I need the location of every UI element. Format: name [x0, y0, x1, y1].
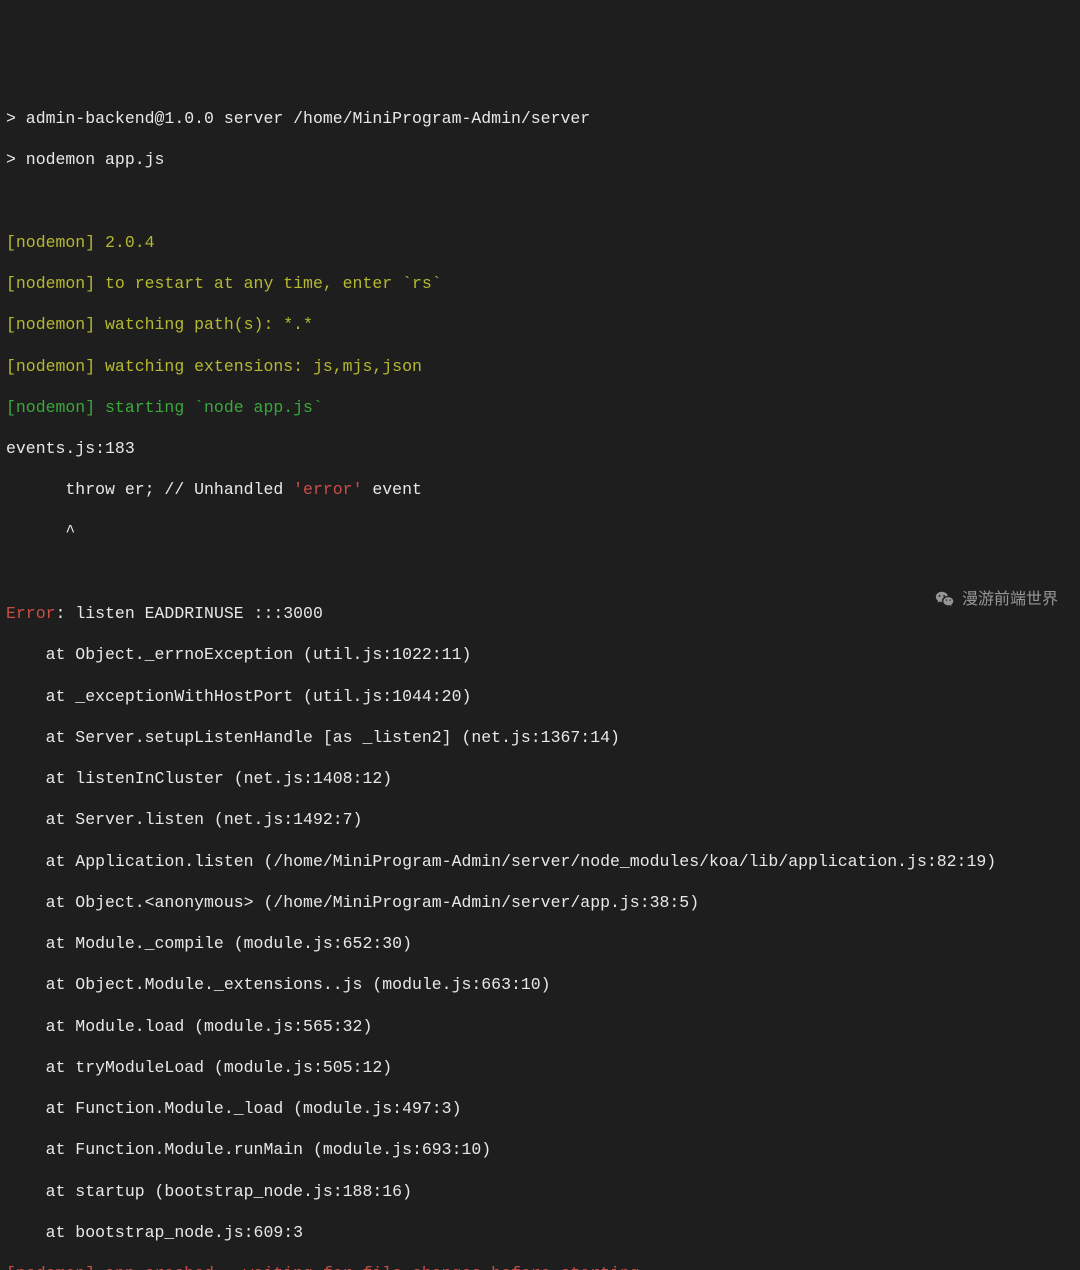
stack-line: at tryModuleLoad (module.js:505:12): [6, 1058, 1074, 1079]
stack-line: at Object.Module._extensions..js (module…: [6, 975, 1074, 996]
stack-line: at bootstrap_node.js:609:3: [6, 1223, 1074, 1244]
stack-line: at Server.listen (net.js:1492:7): [6, 810, 1074, 831]
nodemon-version: [nodemon] 2.0.4: [6, 233, 1074, 254]
nodemon-starting: [nodemon] starting `node app.js`: [6, 398, 1074, 419]
cmd-header-1: > admin-backend@1.0.0 server /home/MiniP…: [6, 109, 1074, 130]
stack-line: at Function.Module._load (module.js:497:…: [6, 1099, 1074, 1120]
stack-line: at _exceptionWithHostPort (util.js:1044:…: [6, 687, 1074, 708]
blank-line: [6, 563, 1074, 584]
stack-line: at Module.load (module.js:565:32): [6, 1017, 1074, 1038]
throw-pre: throw er; // Unhandled: [6, 480, 293, 499]
stack-line: at Object._errnoException (util.js:1022:…: [6, 645, 1074, 666]
stack-line: at startup (bootstrap_node.js:188:16): [6, 1182, 1074, 1203]
watermark-text: 漫游前端世界: [962, 590, 1058, 610]
nodemon-watch-paths: [nodemon] watching path(s): *.*: [6, 315, 1074, 336]
terminal-output[interactable]: > admin-backend@1.0.0 server /home/MiniP…: [6, 89, 1074, 1270]
blank-line: [6, 192, 1074, 213]
error-header: Error: listen EADDRINUSE :::3000: [6, 604, 1074, 625]
events-file: events.js:183: [6, 439, 1074, 460]
throw-error: 'error': [293, 480, 362, 499]
error-message: : listen EADDRINUSE :::3000: [56, 604, 323, 623]
nodemon-restart: [nodemon] to restart at any time, enter …: [6, 274, 1074, 295]
throw-caret: ^: [6, 522, 1074, 543]
cmd-header-2: > nodemon app.js: [6, 150, 1074, 171]
stack-line: at listenInCluster (net.js:1408:12): [6, 769, 1074, 790]
wechat-icon: [934, 589, 956, 611]
error-label: Error: [6, 604, 56, 623]
throw-post: event: [362, 480, 421, 499]
stack-line: at Application.listen (/home/MiniProgram…: [6, 852, 1074, 873]
stack-line: at Object.<anonymous> (/home/MiniProgram…: [6, 893, 1074, 914]
nodemon-watch-ext: [nodemon] watching extensions: js,mjs,js…: [6, 357, 1074, 378]
stack-line: at Module._compile (module.js:652:30): [6, 934, 1074, 955]
stack-line: at Server.setupListenHandle [as _listen2…: [6, 728, 1074, 749]
throw-line: throw er; // Unhandled 'error' event: [6, 480, 1074, 501]
stack-line: at Function.Module.runMain (module.js:69…: [6, 1140, 1074, 1161]
nodemon-crashed: [nodemon] app crashed - waiting for file…: [6, 1264, 1074, 1270]
watermark: 漫游前端世界: [934, 589, 1058, 611]
